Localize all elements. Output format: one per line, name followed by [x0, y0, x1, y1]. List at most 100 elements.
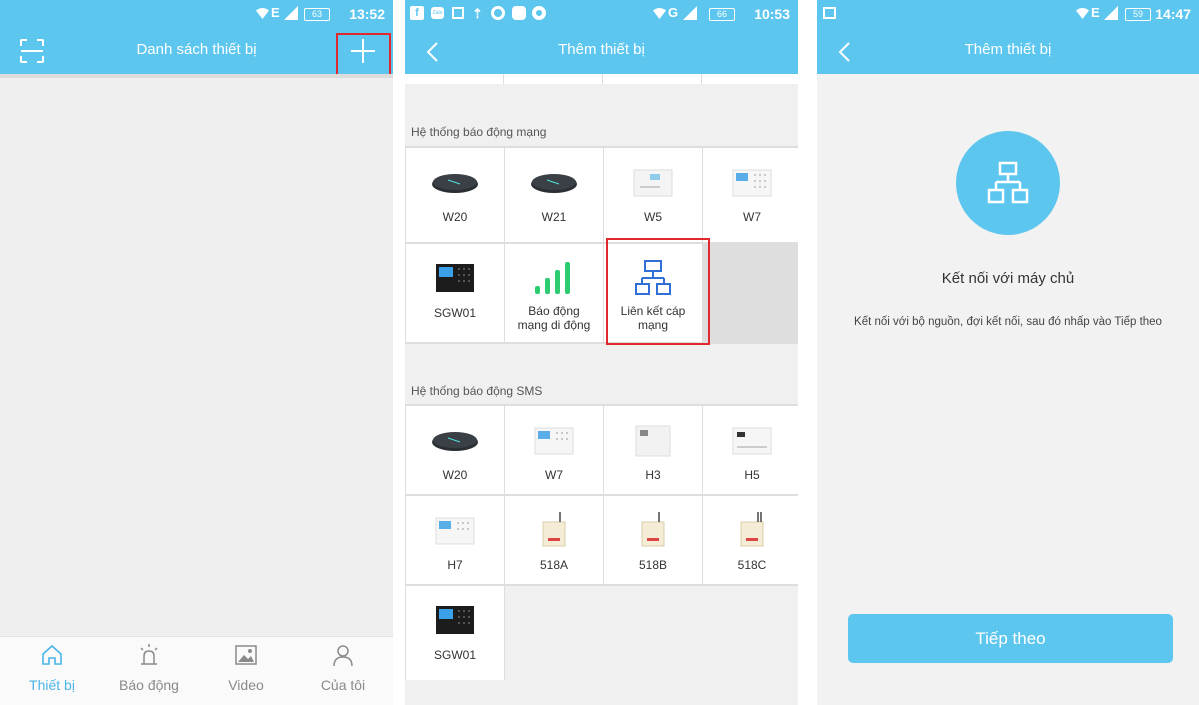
network-type: G	[668, 5, 679, 20]
alarm-light-icon	[140, 644, 158, 665]
box-antenna-icon	[542, 512, 566, 547]
bottom-tab-bar: Thiết bị Báo động Video Của tôi	[0, 636, 393, 705]
device-label: 518A	[539, 558, 569, 572]
device-w20[interactable]: W20	[406, 406, 504, 494]
sms-device-grid: W20 W7 H3 H5 H7 518A 518B 518C SGW01	[405, 404, 798, 680]
device-h5[interactable]: H5	[703, 406, 798, 494]
panel-white-icon	[633, 169, 673, 197]
section-network-alarm: Hệ thống báo động mạng	[411, 125, 547, 139]
device-w21[interactable]: W21	[505, 148, 603, 242]
hub-dark-icon	[432, 432, 478, 451]
image-icon	[235, 645, 257, 665]
divider	[701, 74, 702, 84]
connect-heading: Kết nối với máy chủ	[941, 270, 1075, 287]
divider	[503, 74, 504, 84]
status-bar: f Zalo ⇡ G 66 10:53	[405, 0, 798, 28]
device-label: W20	[442, 210, 468, 224]
tab-alarms[interactable]: Báo động	[109, 637, 189, 705]
facebook-icon: f	[410, 6, 424, 20]
device-label: W5	[644, 210, 662, 224]
app-icon	[512, 6, 526, 20]
connect-server-screen: E 59 14:47 Thêm thiết bị Kết nối với máy…	[817, 0, 1199, 705]
device-label: 518C	[737, 558, 767, 572]
status-bar: E 63 13:52	[0, 0, 393, 28]
chrome-icon	[491, 6, 505, 20]
zalo-icon: Zalo	[431, 7, 444, 19]
status-bar: E 59 14:47	[817, 0, 1199, 28]
top-nav-bar: Danh sách thiết bị	[0, 28, 393, 74]
connect-instructions: Kết nối với bộ nguồn, đợi kết nối, sau đ…	[854, 316, 1162, 328]
gallery-icon	[452, 7, 464, 19]
signal-bars-icon	[535, 262, 570, 294]
clock: 13:52	[349, 6, 385, 22]
hub-dark-icon	[432, 174, 478, 193]
device-518a[interactable]: 518A	[505, 496, 603, 584]
hub-dark-icon	[531, 174, 577, 193]
tab-label: Video	[228, 677, 264, 693]
device-label: SGW01	[433, 648, 476, 662]
device-label: W7	[545, 468, 563, 482]
tab-label: Của tôi	[320, 677, 366, 693]
page-title: Danh sách thiết bị	[136, 41, 257, 58]
device-label: SGW01	[433, 306, 476, 320]
clock: 10:53	[754, 6, 790, 22]
tab-label: Báo động	[119, 677, 179, 693]
home-icon	[42, 644, 62, 665]
signal-icon	[683, 6, 697, 20]
panel-white-icon	[732, 427, 772, 455]
upload-icon: ⇡	[472, 6, 483, 21]
top-nav-bar: Thêm thiết bị	[817, 28, 1199, 74]
clock: 14:47	[1155, 6, 1191, 22]
device-label: Báo động mạng di động	[517, 304, 591, 332]
network-type: E	[1091, 5, 1100, 20]
eye-icon	[532, 6, 546, 20]
device-h3[interactable]: H3	[604, 406, 702, 494]
page-title: Thêm thiết bị	[558, 41, 645, 58]
device-list-area	[0, 74, 393, 636]
keypad-white-icon	[534, 427, 574, 455]
device-label: H7	[447, 558, 463, 572]
device-label: W21	[541, 210, 567, 224]
battery-level: 63	[304, 8, 330, 21]
device-w7[interactable]: W7	[703, 148, 798, 242]
device-w5[interactable]: W5	[604, 148, 702, 242]
device-network-cable-link[interactable]: Liên kết cáp mạng	[604, 244, 702, 342]
device-sgw01[interactable]: SGW01	[406, 586, 504, 680]
divider	[602, 74, 603, 84]
network-circle-badge	[956, 131, 1060, 235]
keypad-white-icon	[732, 169, 772, 197]
device-label: 518B	[638, 558, 668, 572]
keypad-white-icon	[435, 517, 475, 545]
next-button[interactable]: Tiếp theo	[848, 614, 1173, 663]
network-topology-icon	[635, 260, 671, 295]
device-w20[interactable]: W20	[406, 148, 504, 242]
box-antenna-icon	[740, 512, 764, 547]
signal-icon	[1104, 6, 1118, 20]
device-list-screen: E 63 13:52 Danh sách thiết bị Thiết bị B…	[0, 0, 393, 705]
box-antenna-icon	[641, 512, 665, 547]
signal-icon	[284, 6, 298, 20]
device-h7[interactable]: H7	[406, 496, 504, 584]
battery-level: 66	[709, 8, 735, 21]
page-title: Thêm thiết bị	[964, 41, 1052, 58]
add-device-button[interactable]	[350, 38, 376, 64]
section-sms-alarm: Hệ thống báo động SMS	[411, 384, 543, 398]
device-label: W20	[442, 468, 468, 482]
device-label: H5	[744, 468, 760, 482]
panel-black-icon	[436, 606, 474, 634]
device-518b[interactable]: 518B	[604, 496, 702, 584]
device-mobile-network-alarm[interactable]: Báo động mạng di động	[505, 244, 603, 342]
tab-video[interactable]: Video	[206, 637, 286, 705]
tab-devices[interactable]: Thiết bị	[12, 637, 92, 705]
network-topology-icon	[987, 161, 1029, 204]
device-w7[interactable]: W7	[505, 406, 603, 494]
device-518c[interactable]: 518C	[703, 496, 798, 584]
device-label: H3	[645, 468, 661, 482]
tab-label: Thiết bị	[29, 677, 75, 693]
network-type: E	[271, 5, 280, 20]
divider	[0, 74, 393, 78]
panel-black-icon	[436, 264, 474, 292]
device-sgw01[interactable]: SGW01	[406, 244, 504, 342]
wifi-icon	[1076, 8, 1089, 19]
tab-profile[interactable]: Của tôi	[303, 637, 383, 705]
